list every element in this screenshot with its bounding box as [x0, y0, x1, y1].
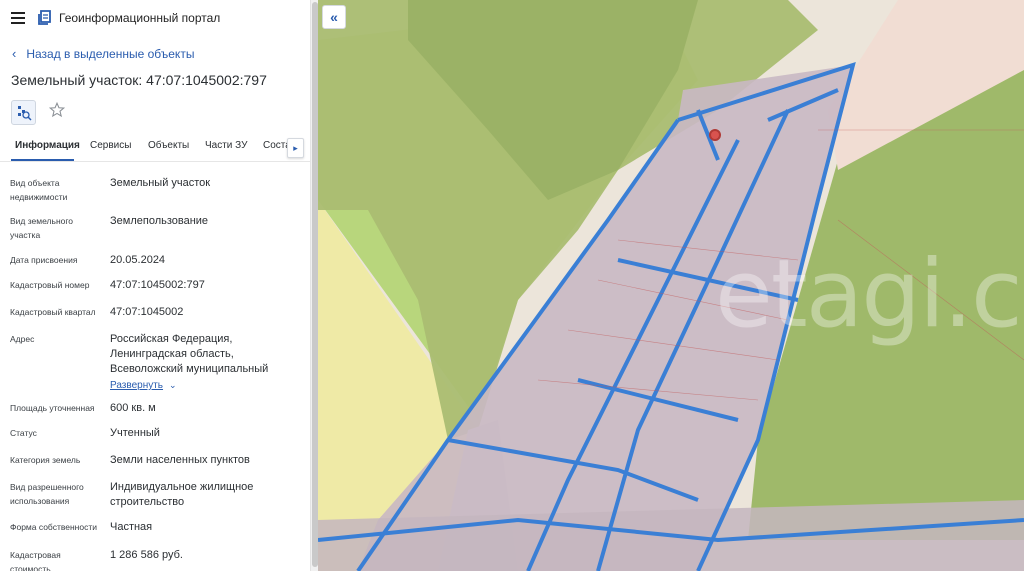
chevron-right-icon: ▸	[293, 142, 298, 153]
tab-objects[interactable]: Объекты	[148, 140, 189, 151]
tab-services[interactable]: Сервисы	[90, 140, 131, 151]
property-label: Дата присвоения	[10, 255, 78, 265]
hamburger-icon[interactable]	[11, 12, 25, 24]
chevron-down-icon[interactable]: ⌄	[169, 380, 177, 390]
tab-parts[interactable]: Части ЗУ	[205, 140, 247, 151]
property-value: 600 кв. м	[110, 402, 156, 414]
property-label: Адрес	[10, 334, 35, 344]
property-label: Вид земельного участка	[10, 216, 74, 240]
portal-logo-icon	[38, 10, 51, 25]
property-value: 47:07:1045002	[110, 306, 184, 318]
select-search-button[interactable]	[11, 100, 36, 125]
property-value: Земельный участок	[110, 177, 211, 189]
expand-link[interactable]: Развернуть	[110, 380, 163, 391]
property-label: Статус	[10, 428, 37, 438]
property-label: Кадастровая стоимость	[10, 550, 61, 571]
property-value: Земли населенных пунктов	[110, 454, 250, 466]
property-label: Форма собственности	[10, 522, 97, 532]
collapse-panel-button[interactable]: «	[322, 5, 346, 29]
back-link-label: Назад в выделенные объекты	[26, 46, 195, 61]
panel-scrollbar[interactable]	[310, 0, 318, 571]
property-value: Учтенный	[110, 427, 160, 439]
property-value: Индивидуальное жилищное строительство	[110, 481, 254, 508]
expand-row: Развернуть ⌄	[110, 378, 305, 393]
address-text: Российская Федерация, Ленинградская обла…	[110, 333, 269, 375]
property-value: Российская Федерация, Ленинградская обла…	[110, 332, 305, 393]
active-tab-indicator	[11, 159, 74, 161]
back-link[interactable]: ‹ Назад в выделенные объекты	[12, 46, 194, 61]
property-label: Вид объекта недвижимости	[10, 178, 68, 202]
tabs-bar: Информация Сервисы Объекты Части ЗУ Сост…	[0, 136, 310, 162]
property-label: Вид разрешенного использования	[10, 482, 84, 506]
property-label: Площадь уточненная	[10, 403, 95, 413]
parcel-marker[interactable]	[709, 129, 721, 141]
property-label: Кадастровый номер	[10, 280, 90, 290]
double-chevron-left-icon: «	[330, 9, 338, 25]
chevron-left-icon: ‹	[12, 46, 17, 61]
map-view[interactable]: etagi.co	[318, 0, 1024, 571]
property-value: 1 286 586 руб.	[110, 549, 183, 561]
property-value: Частная	[110, 521, 153, 533]
property-value: 47:07:1045002:797	[110, 279, 205, 291]
tabs-next-button[interactable]: ▸	[287, 138, 304, 158]
select-search-icon	[18, 106, 32, 121]
portal-title: Геоинформационный портал	[59, 11, 221, 25]
star-icon[interactable]	[48, 101, 66, 119]
top-bar: Геоинформационный портал	[0, 0, 310, 36]
property-label: Кадастровый квартал	[10, 307, 96, 317]
property-value: Землепользование	[110, 215, 209, 227]
tab-information[interactable]: Информация	[15, 140, 80, 151]
property-label: Категория земель	[10, 455, 81, 465]
object-title: Земельный участок: 47:07:1045002:797	[11, 72, 267, 88]
property-value: 20.05.2024	[110, 254, 166, 266]
info-panel: Геоинформационный портал ‹ Назад в выдел…	[0, 0, 310, 571]
watermark: etagi.co	[715, 240, 1024, 349]
